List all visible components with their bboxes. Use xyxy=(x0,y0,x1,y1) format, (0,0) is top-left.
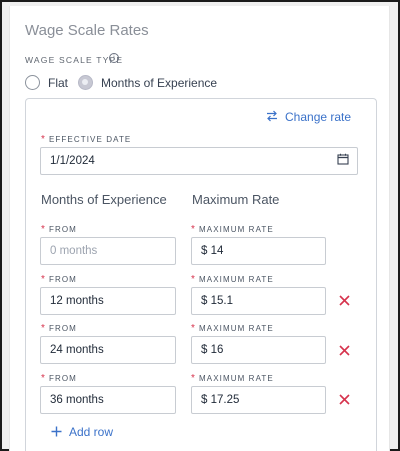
from-input-row-4[interactable]: 36 months xyxy=(40,386,176,414)
required-marker: * xyxy=(41,323,46,334)
section-title: Wage Scale Rates xyxy=(25,22,149,39)
info-icon[interactable]: i xyxy=(109,53,119,63)
from-input-row-3[interactable]: 24 months xyxy=(40,336,176,364)
delete-row-icon[interactable] xyxy=(339,345,350,356)
rate-input-row-4[interactable]: $ 17.25 xyxy=(191,386,326,414)
radio-flat[interactable] xyxy=(25,75,40,90)
from-label: * FROM xyxy=(41,274,77,285)
rate-input-row-1[interactable]: $ 14 xyxy=(191,237,326,265)
required-marker: * xyxy=(41,373,46,384)
maximum-rate-label: * MAXIMUM RATE xyxy=(191,373,274,384)
delete-row-icon[interactable] xyxy=(339,295,350,306)
change-rate-link[interactable]: Change rate xyxy=(285,110,351,124)
required-marker: * xyxy=(191,224,196,235)
maximum-rate-label: * MAXIMUM RATE xyxy=(191,224,274,235)
required-marker: * xyxy=(191,373,196,384)
calendar-icon[interactable] xyxy=(337,153,349,165)
effective-date-label: * EFFECTIVE DATE xyxy=(41,134,132,145)
maximum-rate-header: Maximum Rate xyxy=(192,192,280,207)
maximum-rate-label: * MAXIMUM RATE xyxy=(191,274,274,285)
required-marker: * xyxy=(41,274,46,285)
rate-input-row-3[interactable]: $ 16 xyxy=(191,336,326,364)
swap-arrows-icon[interactable] xyxy=(266,110,278,122)
radio-months-label[interactable]: Months of Experience xyxy=(101,76,217,90)
required-marker: * xyxy=(41,134,46,145)
radio-months-of-experience[interactable] xyxy=(78,75,93,90)
from-label: * FROM xyxy=(41,224,77,235)
rate-input-row-2[interactable]: $ 15.1 xyxy=(191,287,326,315)
radio-flat-label[interactable]: Flat xyxy=(48,76,68,90)
from-input-row-2[interactable]: 12 months xyxy=(40,287,176,315)
add-row-button[interactable]: Add row xyxy=(69,425,113,439)
months-of-experience-header: Months of Experience xyxy=(41,192,167,207)
from-label: * FROM xyxy=(41,373,77,384)
maximum-rate-label: * MAXIMUM RATE xyxy=(191,323,274,334)
from-label: * FROM xyxy=(41,323,77,334)
required-marker: * xyxy=(41,224,46,235)
plus-icon[interactable] xyxy=(51,426,62,437)
from-input-row-1[interactable]: 0 months xyxy=(40,237,176,265)
required-marker: * xyxy=(191,274,196,285)
effective-date-input[interactable]: 1/1/2024 xyxy=(40,147,358,175)
required-marker: * xyxy=(191,323,196,334)
delete-row-icon[interactable] xyxy=(339,394,350,405)
